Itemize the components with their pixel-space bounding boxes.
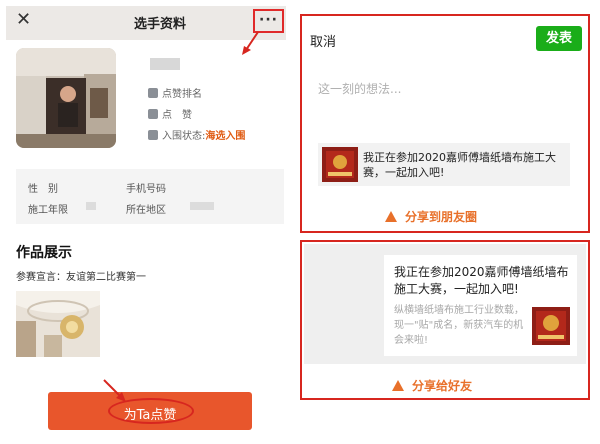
message-description: 纵横墙纸墙布施工行业数载，现一"贴"成名，新获汽车的机会来啦! (394, 305, 524, 346)
message-thumbnail (532, 307, 570, 345)
share-friend-caption: 分享给好友 (392, 377, 472, 394)
work-thumbnail[interactable] (16, 291, 100, 357)
page-title: 选手资料 (133, 17, 186, 32)
rank-label: 点赞排名 (162, 89, 202, 100)
likes-row: 点 赞 (148, 106, 192, 121)
declaration-text: 参赛宣言：友谊第二比赛第一 (16, 272, 146, 283)
phone-label: 手机号码 (126, 184, 166, 195)
status-label: 入围状态: (162, 131, 206, 142)
annotation-arrow-like (103, 379, 126, 402)
flag-icon (148, 130, 158, 140)
share-friend-caption-text: 分享给好友 (412, 379, 473, 393)
years-value-blurred (86, 202, 96, 210)
thought-input[interactable]: 这一刻的想法... (318, 80, 401, 97)
more-icon: ··· (259, 12, 278, 28)
thumbs-up-icon (148, 109, 158, 119)
cancel-button[interactable]: 取消 (310, 31, 336, 50)
rank-icon (148, 88, 158, 98)
likes-label: 点 赞 (162, 110, 192, 121)
gender-label: 性 别 (28, 184, 58, 195)
warning-triangle-icon (392, 380, 404, 391)
link-thumbnail (322, 147, 358, 182)
years-label: 施工年限 (28, 205, 68, 216)
region-label: 所在地区 (126, 205, 166, 216)
participant-name-blurred (150, 58, 180, 70)
profile-screen: ✕ 选手资料 ··· 点赞排名 点 赞 入围状态:海选入围 性 别 手机号码 施… (0, 0, 292, 444)
status-value: 海选入围 (205, 131, 246, 142)
message-title: 我正在参加2020嘉师傅墙纸墙布施工大赛，一起加入吧! (394, 265, 569, 296)
share-moments-caption: 分享到朋友圈 (385, 208, 477, 225)
region-value-blurred (190, 202, 214, 210)
close-icon[interactable]: ✕ (16, 11, 31, 29)
rank-row: 点赞排名 (148, 85, 202, 100)
shared-link-text: 我正在参加2020嘉师傅墙纸墙布施工大赛，一起加入吧! (363, 151, 556, 179)
status-row: 入围状态:海选入围 (148, 127, 245, 142)
share-moments-caption-text: 分享到朋友圈 (405, 210, 478, 224)
section-title: 作品展示 (16, 245, 72, 261)
annotation-arrow-more (242, 31, 259, 55)
warning-triangle-icon (385, 211, 397, 222)
publish-button[interactable]: 发表 (536, 26, 582, 51)
avatar-photo (16, 48, 116, 148)
